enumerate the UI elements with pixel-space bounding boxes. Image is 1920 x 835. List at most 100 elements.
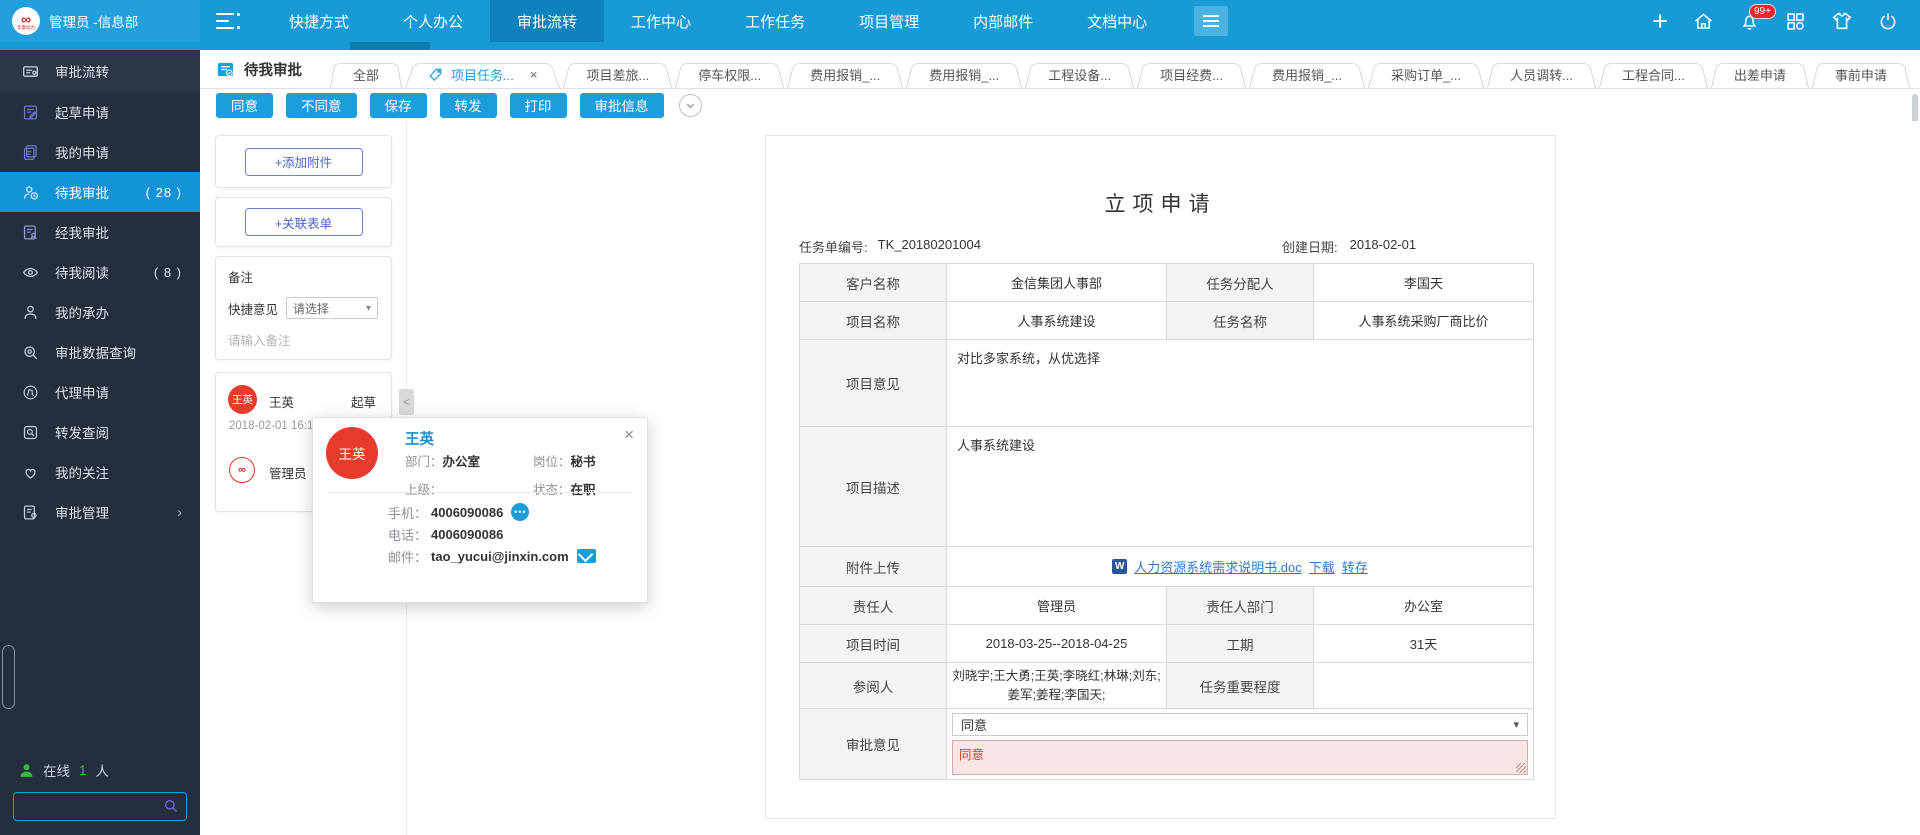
collapse-panel-handle[interactable]: < bbox=[399, 389, 414, 415]
form-field-label: 项目名称 bbox=[800, 302, 947, 340]
close-icon[interactable]: × bbox=[624, 425, 634, 445]
attachment-file-link[interactable]: 人力资源系统需求说明书.doc bbox=[1134, 557, 1302, 576]
flow-user-name[interactable]: 王英 bbox=[269, 392, 294, 411]
tab-3[interactable]: 停车权限... bbox=[675, 60, 784, 88]
sidebar-item-10[interactable]: 我的关注 bbox=[0, 452, 200, 492]
tab-11[interactable]: 工程合同... bbox=[1599, 60, 1708, 88]
form-table-row: 附件上传W人力资源系统需求说明书.doc下载转存 bbox=[800, 547, 1534, 587]
nav-item-0[interactable]: 快捷方式 bbox=[262, 0, 376, 42]
sidebar-item-1[interactable]: 起草申请 bbox=[0, 92, 200, 132]
tab-6[interactable]: 工程设备... bbox=[1025, 60, 1134, 88]
tab-scroll-thumb[interactable] bbox=[350, 42, 430, 50]
chevron-right-icon: › bbox=[177, 504, 182, 521]
nav-item-7[interactable]: 文档中心 bbox=[1060, 0, 1174, 42]
tab-label: 费用报销_... bbox=[929, 65, 999, 84]
sidebar-item-label: 待我阅读 bbox=[55, 262, 109, 282]
tab-label: 工程设备... bbox=[1048, 65, 1111, 84]
notification-badge: 99+ bbox=[1749, 4, 1776, 19]
tab-label: 工程合同... bbox=[1622, 65, 1685, 84]
draft-icon bbox=[22, 104, 39, 121]
link-form-button[interactable]: +关联表单 bbox=[245, 208, 363, 236]
profile-info-field: 部门：办公室 bbox=[405, 451, 533, 470]
nav-item-1[interactable]: 个人办公 bbox=[376, 0, 490, 42]
sidebar-item-6[interactable]: 我的承办 bbox=[0, 292, 200, 332]
theme-shirt-icon[interactable] bbox=[1831, 10, 1853, 32]
nav-item-4[interactable]: 工作任务 bbox=[718, 0, 832, 42]
sidebar-item-5[interactable]: 待我阅读( 8 ) bbox=[0, 252, 200, 292]
profile-contact-row: 手机：4006090086••• bbox=[388, 501, 596, 523]
toolbar-button-5[interactable]: 审批信息 bbox=[580, 93, 664, 118]
profile-info-field: 状态：在职 bbox=[533, 479, 637, 498]
tab-label: 费用报销_... bbox=[1272, 65, 1342, 84]
sidebar-scroll-handle[interactable] bbox=[2, 645, 15, 709]
tab-2[interactable]: 项目差旅... bbox=[563, 60, 672, 88]
power-logout-icon[interactable] bbox=[1878, 11, 1898, 31]
attachment-cell: W人力资源系统需求说明书.doc下载转存 bbox=[947, 547, 1534, 587]
sidebar-item-8[interactable]: 代理申请 bbox=[0, 372, 200, 412]
chat-icon[interactable]: ••• bbox=[511, 503, 529, 521]
tab-8[interactable]: 费用报销_... bbox=[1249, 60, 1365, 88]
sidebar-item-3[interactable]: 待我审批( 28 ) bbox=[0, 172, 200, 212]
tab-strip: 待我审批 全部项目任务...×项目差旅...停车权限...费用报销_...费用报… bbox=[200, 50, 1920, 89]
nav-item-2[interactable]: 审批流转 bbox=[490, 0, 604, 42]
form-field-value: 办公室 bbox=[1314, 587, 1534, 625]
profile-info-value: 秘书 bbox=[571, 455, 596, 469]
tab-13[interactable]: 事前申请 bbox=[1812, 60, 1910, 88]
mail-icon[interactable] bbox=[577, 549, 596, 563]
form-field-value: 李国天 bbox=[1314, 264, 1534, 302]
apps-grid-icon[interactable] bbox=[1785, 11, 1806, 32]
sidebar-item-9[interactable]: 转发查阅 bbox=[0, 412, 200, 452]
sidebar-item-11[interactable]: 审批管理› bbox=[0, 492, 200, 532]
note-input-placeholder[interactable]: 请输入备注 bbox=[228, 330, 379, 349]
form-field-label: 任务分配人 bbox=[1167, 264, 1314, 302]
search-icon[interactable] bbox=[163, 798, 179, 814]
form-field-label: 任务重要程度 bbox=[1167, 663, 1314, 709]
toolbar-button-2[interactable]: 保存 bbox=[370, 93, 427, 118]
sidebar-item-2[interactable]: 我的申请 bbox=[0, 132, 200, 172]
tab-9[interactable]: 采购订单_... bbox=[1368, 60, 1484, 88]
add-attachment-button[interactable]: +添加附件 bbox=[245, 148, 363, 176]
tab-1[interactable]: 项目任务...× bbox=[405, 60, 560, 88]
forward-view-icon bbox=[22, 424, 39, 441]
add-icon[interactable]: + bbox=[1652, 11, 1668, 31]
tab-0[interactable]: 全部 bbox=[330, 60, 402, 88]
nav-item-3[interactable]: 工作中心 bbox=[604, 0, 718, 42]
sidebar-item-7[interactable]: 审批数据查询 bbox=[0, 332, 200, 372]
tab-5[interactable]: 费用报销_... bbox=[906, 60, 1022, 88]
close-tab-icon[interactable]: × bbox=[530, 67, 538, 82]
contact-value: 4006090086 bbox=[431, 527, 503, 542]
home-icon[interactable] bbox=[1693, 11, 1714, 32]
toolbar-button-0[interactable]: 同意 bbox=[216, 93, 273, 118]
approved-by-me-icon bbox=[22, 224, 39, 241]
quick-opinion-label: 快捷意见 bbox=[228, 299, 278, 318]
attachment-action-link[interactable]: 转存 bbox=[1342, 557, 1368, 576]
flow-user-name[interactable]: 管理员 bbox=[269, 463, 307, 482]
menu-collapse-icon[interactable] bbox=[216, 13, 240, 29]
form-meta: 任务单编号: TK_20180201004 创建日期: 2018-02-01 bbox=[799, 237, 1531, 255]
nav-item-5[interactable]: 项目管理 bbox=[832, 0, 946, 42]
notifications-bell-icon[interactable]: 99+ bbox=[1739, 11, 1760, 32]
approval-opinion-select[interactable]: 同意▾ bbox=[952, 713, 1528, 736]
sidebar-search-input[interactable] bbox=[14, 793, 186, 820]
sidebar-item-0[interactable]: 审批流转 bbox=[0, 50, 200, 92]
tab-12[interactable]: 出差申请 bbox=[1711, 60, 1809, 88]
avatar[interactable]: 王英 bbox=[228, 385, 257, 414]
current-user-label: 管理员 -信息部 bbox=[49, 11, 138, 31]
more-actions-icon[interactable] bbox=[679, 94, 702, 117]
quick-opinion-select[interactable]: 请选择 ▾ bbox=[286, 297, 378, 319]
online-unit: 人 bbox=[96, 760, 110, 780]
more-menus-icon[interactable] bbox=[1194, 6, 1228, 36]
attachment-action-link[interactable]: 下载 bbox=[1309, 557, 1335, 576]
toolbar-button-3[interactable]: 转发 bbox=[440, 93, 497, 118]
profile-info-label: 部门： bbox=[405, 455, 443, 469]
company-logo[interactable]: ∞ 华夏动力 bbox=[12, 7, 40, 35]
toolbar-button-4[interactable]: 打印 bbox=[510, 93, 567, 118]
tab-10[interactable]: 人员调转... bbox=[1487, 60, 1596, 88]
toolbar-button-1[interactable]: 不同意 bbox=[286, 93, 357, 118]
nav-item-6[interactable]: 内部邮件 bbox=[946, 0, 1060, 42]
company-logo-avatar[interactable]: ∞ bbox=[229, 457, 255, 483]
tab-4[interactable]: 费用报销_... bbox=[787, 60, 903, 88]
sidebar-item-4[interactable]: 经我审批 bbox=[0, 212, 200, 252]
approval-opinion-textarea[interactable]: 同意 bbox=[952, 740, 1528, 775]
tab-7[interactable]: 项目经费... bbox=[1137, 60, 1246, 88]
